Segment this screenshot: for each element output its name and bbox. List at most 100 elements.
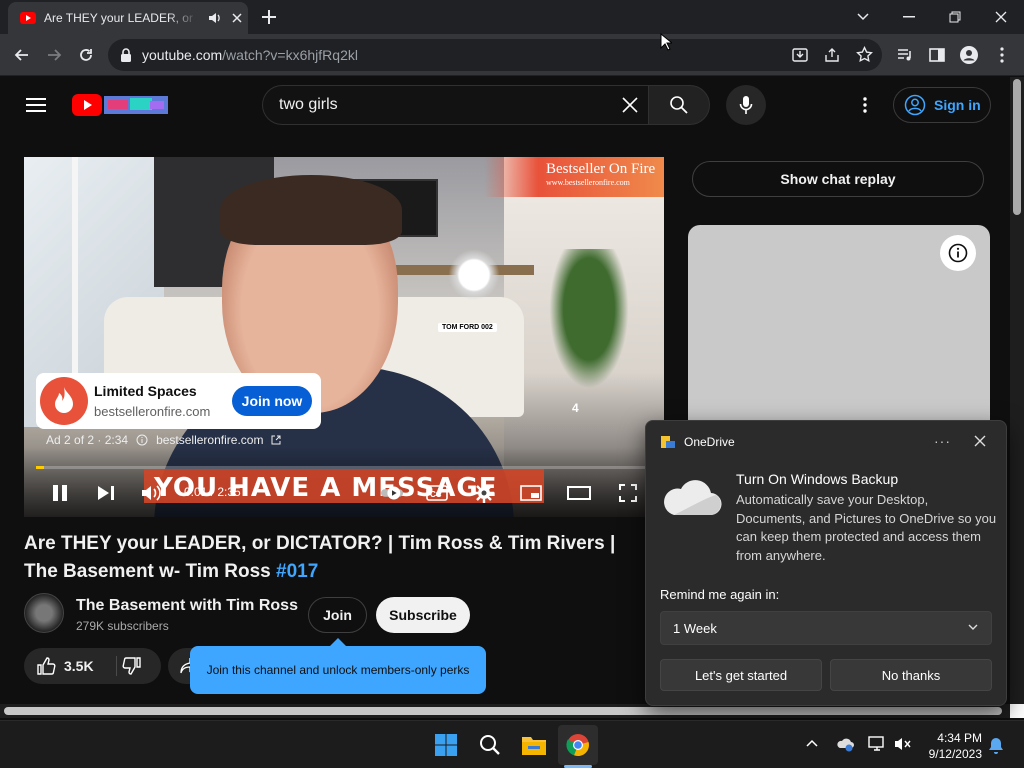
start-button[interactable]: [426, 725, 466, 765]
video-title-text: Are THEY your LEADER, or DICTATOR? | Tim…: [24, 533, 616, 582]
share-icon[interactable]: [824, 47, 840, 63]
minimize-button[interactable]: [886, 0, 932, 34]
new-tab-button[interactable]: [258, 6, 280, 28]
autoplay-toggle[interactable]: [380, 481, 404, 505]
thumbs-up-icon: [37, 657, 56, 675]
ad-info-icon: [136, 434, 148, 446]
like-button[interactable]: [36, 656, 56, 676]
theater-icon: [567, 486, 591, 500]
url-path: /watch?v=kx6hjfRq2kl: [222, 47, 358, 63]
fullscreen-button[interactable]: [616, 481, 640, 505]
onedrive-app-icon: [660, 435, 676, 449]
ad-card[interactable]: Limited Spaces bestselleronfire.com Join…: [36, 373, 321, 429]
mouse-cursor-icon: [660, 33, 672, 51]
ad-join-now-button[interactable]: Join now: [232, 386, 312, 416]
vertical-scrollbar[interactable]: [1010, 77, 1024, 707]
taskbar-clock[interactable]: 4:34 PM 9/12/2023: [920, 730, 982, 762]
reload-button[interactable]: [73, 42, 99, 68]
profile-icon[interactable]: [956, 42, 982, 68]
like-count: 3.5K: [64, 658, 94, 674]
media-controls-icon[interactable]: [892, 42, 918, 68]
pause-icon: [53, 485, 67, 501]
vertical-scroll-thumb[interactable]: [1013, 79, 1021, 215]
sign-in-button[interactable]: Sign in: [893, 87, 991, 123]
address-bar[interactable]: youtube.com/watch?v=kx6hjfRq2kl: [108, 39, 882, 71]
next-button[interactable]: [94, 481, 118, 505]
settings-more-icon[interactable]: [863, 97, 867, 113]
brand-url: www.bestselleronfire.com: [546, 178, 630, 187]
clear-search-icon[interactable]: [621, 96, 639, 114]
forward-button[interactable]: [41, 42, 67, 68]
channel-avatar[interactable]: [24, 593, 64, 633]
voice-search-button[interactable]: [726, 85, 766, 125]
network-icon[interactable]: [868, 736, 886, 752]
thumbs-down-icon: [122, 657, 141, 675]
no-thanks-button[interactable]: No thanks: [830, 659, 992, 691]
close-window-button[interactable]: [978, 0, 1024, 34]
lets-get-started-button[interactable]: Let's get started: [660, 659, 822, 691]
onedrive-tray-icon[interactable]: [836, 736, 854, 752]
toast-body: Automatically save your Desktop, Documen…: [736, 492, 997, 563]
miniplayer-button[interactable]: [518, 481, 544, 505]
windows-logo-icon: [435, 734, 457, 756]
show-chat-replay-button[interactable]: Show chat replay: [692, 161, 984, 197]
captions-button[interactable]: CC: [424, 481, 450, 505]
search-icon: [670, 96, 688, 114]
channel-name[interactable]: The Basement with Tim Ross: [76, 597, 298, 615]
volume-icon: [142, 485, 161, 501]
file-explorer-button[interactable]: [514, 725, 554, 765]
toast-close-icon[interactable]: [974, 435, 986, 447]
toast-more-options[interactable]: ···: [934, 433, 951, 449]
show-hidden-icons-chevron-icon[interactable]: [806, 739, 818, 747]
cloud-icon: [660, 475, 722, 517]
subscribe-button[interactable]: Subscribe: [376, 597, 470, 633]
ad-info-button[interactable]: [940, 235, 976, 271]
audio-playing-icon[interactable]: [208, 11, 222, 25]
browser-tab[interactable]: Are THEY your LEADER, or DICTATOR? | Tim…: [8, 2, 248, 34]
horizontal-scroll-thumb[interactable]: [4, 707, 1002, 715]
ad-title: Limited Spaces: [94, 383, 197, 399]
tab-strip: Are THEY your LEADER, or DICTATOR? | Tim…: [0, 0, 1024, 34]
bookmark-star-icon[interactable]: [856, 46, 873, 63]
notification-bell-icon[interactable]: [988, 737, 1004, 755]
volume-button[interactable]: [140, 481, 164, 505]
pause-button[interactable]: [48, 481, 72, 505]
youtube-favicon-icon: [20, 12, 36, 24]
brand-watermark: Bestseller On Fire www.bestselleronfire.…: [502, 161, 655, 187]
scrollbar-corner: [1010, 704, 1024, 718]
lock-icon[interactable]: [120, 48, 132, 62]
search-button[interactable]: [648, 85, 710, 125]
progress-fill: [36, 466, 44, 469]
taskbar-search-button[interactable]: [470, 725, 510, 765]
sign-in-label: Sign in: [934, 97, 981, 113]
video-frame-plant: [544, 249, 634, 399]
remind-select[interactable]: 1 Week: [660, 611, 992, 645]
settings-button[interactable]: [472, 481, 496, 505]
back-button[interactable]: [9, 42, 35, 68]
autoplay-icon: [380, 486, 404, 500]
horizontal-scrollbar[interactable]: [0, 704, 1010, 718]
remind-select-value: 1 Week: [673, 621, 717, 636]
video-player[interactable]: TOM FORD 002 Bestseller On Fire www.best…: [24, 157, 664, 517]
search-input[interactable]: two girls: [262, 85, 648, 125]
progress-bar[interactable]: [36, 466, 652, 469]
captions-icon: CC: [426, 485, 448, 501]
companion-ad-panel[interactable]: [688, 225, 990, 425]
tab-search-chevron-icon[interactable]: [840, 0, 886, 34]
chrome-taskbar-button[interactable]: [558, 725, 598, 765]
restore-button[interactable]: [932, 0, 978, 34]
ad-link[interactable]: bestselleronfire.com: [156, 433, 263, 447]
theater-mode-button[interactable]: [566, 481, 592, 505]
chrome-menu-icon[interactable]: [989, 42, 1015, 68]
youtube-logo[interactable]: [72, 94, 170, 116]
search-query: two girls: [279, 96, 338, 113]
join-button[interactable]: Join: [308, 597, 367, 633]
join-tooltip: Join this channel and unlock members-onl…: [190, 638, 486, 694]
volume-muted-icon[interactable]: [894, 736, 912, 752]
hamburger-menu-icon[interactable]: [26, 97, 46, 113]
dislike-button[interactable]: [122, 656, 142, 676]
side-panel-icon[interactable]: [924, 42, 950, 68]
install-app-icon[interactable]: [792, 47, 808, 63]
tab-close-icon[interactable]: [230, 11, 244, 25]
video-hashtag[interactable]: #017: [276, 561, 318, 582]
